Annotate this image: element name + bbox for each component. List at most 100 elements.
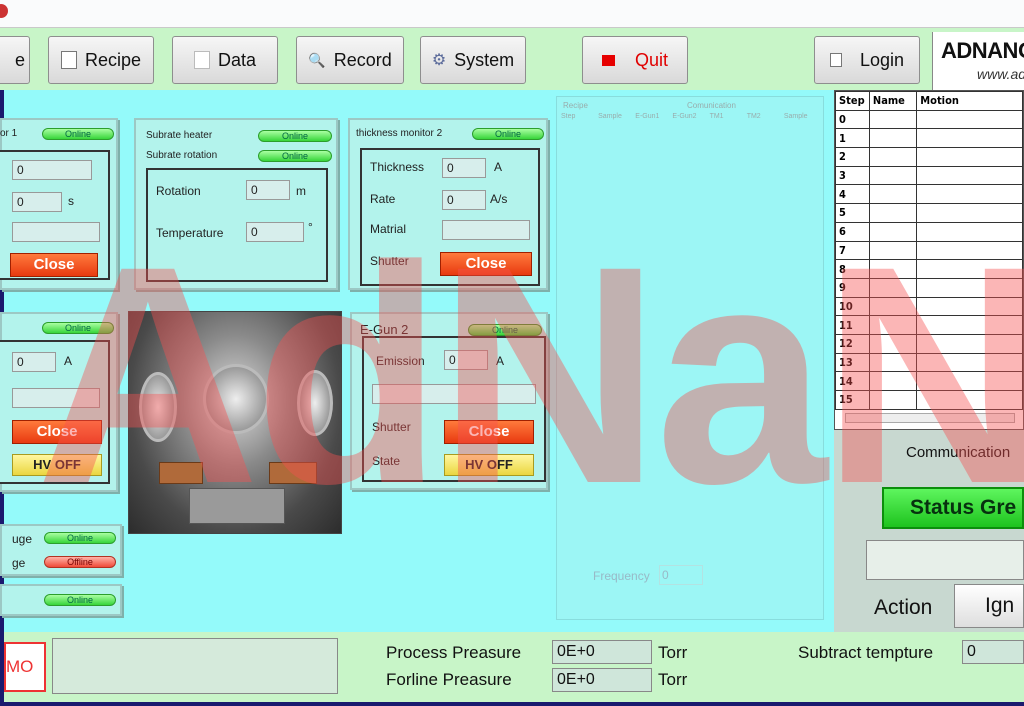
table-row[interactable]: 3 bbox=[835, 165, 1023, 186]
step-name-cell[interactable] bbox=[868, 128, 918, 149]
table-row[interactable]: 11 bbox=[835, 315, 1023, 335]
rotation-field[interactable]: 0 bbox=[246, 180, 290, 200]
company-logo: ADNANOT www.ad bbox=[932, 32, 1024, 90]
app-icon bbox=[0, 4, 8, 18]
process-pressure-unit: Torr bbox=[658, 643, 688, 662]
step-name-cell[interactable] bbox=[868, 109, 918, 130]
step-name-cell[interactable] bbox=[868, 240, 918, 261]
step-number-cell: 3 bbox=[835, 165, 870, 186]
step-motion-cell[interactable] bbox=[916, 333, 1023, 354]
egun1-close-button[interactable]: Close bbox=[12, 420, 102, 444]
status-button[interactable]: Status Gre bbox=[882, 487, 1024, 529]
step-motion-cell[interactable] bbox=[916, 203, 1023, 223]
step-name-cell[interactable] bbox=[868, 277, 918, 298]
system-button-label: System bbox=[454, 49, 515, 70]
step-motion-cell[interactable] bbox=[916, 184, 1023, 205]
step-motion-cell[interactable] bbox=[916, 296, 1023, 317]
heater-label: Subrate heater bbox=[146, 130, 213, 141]
step-name-cell[interactable] bbox=[868, 296, 918, 317]
step-motion-cell[interactable] bbox=[916, 128, 1023, 149]
step-motion-cell[interactable] bbox=[916, 165, 1023, 186]
step-number-cell: 13 bbox=[835, 352, 870, 373]
table-row[interactable]: 12 bbox=[835, 333, 1023, 354]
table-row[interactable]: 6 bbox=[835, 221, 1023, 242]
thickness-field[interactable]: 0 bbox=[442, 158, 486, 178]
material-field[interactable] bbox=[442, 220, 530, 240]
mode-button[interactable]: MO bbox=[4, 642, 46, 692]
monitor1-value2-field[interactable]: 0 bbox=[12, 192, 62, 212]
table-row[interactable]: 15 bbox=[835, 390, 1023, 410]
step-motion-cell[interactable] bbox=[916, 390, 1023, 410]
step-name-cell[interactable] bbox=[868, 221, 918, 242]
egun-2-panel: E-Gun 2 Online Emission 0 A Shutter Clos… bbox=[350, 312, 548, 490]
monitor2-box: Thickness 0 A Rate 0 A/s Matrial Shutter… bbox=[360, 148, 540, 286]
egun1-box: 0 A Close HV OFF bbox=[0, 340, 110, 484]
step-name-cell[interactable] bbox=[868, 371, 918, 391]
data-button[interactable]: Data bbox=[172, 36, 278, 84]
ghost-header-left: Recipe bbox=[563, 101, 588, 110]
login-button[interactable]: Login bbox=[814, 36, 920, 84]
step-name-cell[interactable] bbox=[868, 259, 918, 279]
monitor2-close-button[interactable]: Close bbox=[440, 252, 532, 276]
step-motion-cell[interactable] bbox=[916, 109, 1023, 130]
table-row[interactable]: 13 bbox=[835, 352, 1023, 373]
recipe-button[interactable]: Recipe bbox=[48, 36, 154, 84]
table-row[interactable]: 0 bbox=[835, 109, 1023, 130]
communication-label: Communication bbox=[906, 444, 1011, 461]
rate-field[interactable]: 0 bbox=[442, 190, 486, 210]
monitor1-status-indicator: Online bbox=[42, 128, 114, 140]
step-name-cell[interactable] bbox=[868, 315, 918, 335]
forline-pressure-unit: Torr bbox=[658, 670, 688, 689]
ignore-button[interactable]: Ign bbox=[954, 584, 1024, 628]
step-name-cell[interactable] bbox=[868, 147, 918, 167]
login-button-label: Login bbox=[859, 49, 905, 70]
record-button[interactable]: 🔍 Record bbox=[296, 36, 404, 84]
table-row[interactable]: 14 bbox=[835, 371, 1023, 391]
step-number-cell: 12 bbox=[835, 333, 870, 354]
egun1-hv-button[interactable]: HV OFF bbox=[12, 454, 102, 476]
step-motion-cell[interactable] bbox=[916, 277, 1023, 298]
table-row[interactable]: 2 bbox=[835, 147, 1023, 167]
step-motion-cell[interactable] bbox=[916, 240, 1023, 261]
step-motion-cell[interactable] bbox=[916, 315, 1023, 335]
table-row[interactable]: 5 bbox=[835, 203, 1023, 223]
ghost-tab-strip: Step Sample E-Gun1 E-Gun2 TM1 TM2 Sample bbox=[561, 113, 819, 129]
logo-name: ADNANOT bbox=[941, 38, 1024, 63]
egun2-close-button[interactable]: Close bbox=[444, 420, 534, 444]
horizontal-scrollbar[interactable] bbox=[845, 413, 1015, 423]
step-motion-cell[interactable] bbox=[916, 352, 1023, 373]
thickness-monitor-2-panel: thickness monitor 2 Online Thickness 0 A… bbox=[348, 118, 548, 290]
temperature-field[interactable]: 0 bbox=[246, 222, 304, 242]
monitor1-value1-field[interactable]: 0 bbox=[12, 160, 92, 180]
quit-button[interactable]: Quit bbox=[582, 36, 688, 84]
partial-toolbar-button[interactable]: e bbox=[0, 36, 30, 84]
monitor1-material-field[interactable] bbox=[12, 222, 100, 242]
step-name-cell[interactable] bbox=[868, 390, 918, 410]
step-name-cell[interactable] bbox=[868, 203, 918, 223]
step-name-cell[interactable] bbox=[868, 333, 918, 354]
table-row[interactable]: 10 bbox=[835, 296, 1023, 317]
step-motion-cell[interactable] bbox=[916, 221, 1023, 242]
quit-button-label: Quit bbox=[634, 49, 668, 70]
emission-field[interactable]: 0 bbox=[444, 350, 488, 370]
step-number-cell: 7 bbox=[835, 240, 870, 261]
step-name-cell[interactable] bbox=[868, 184, 918, 205]
step-name-cell[interactable] bbox=[868, 165, 918, 186]
table-row[interactable]: 4 bbox=[835, 184, 1023, 205]
step-motion-cell[interactable] bbox=[916, 147, 1023, 167]
table-row[interactable]: 7 bbox=[835, 240, 1023, 261]
step-number-cell: 11 bbox=[835, 315, 870, 335]
table-row[interactable]: 8 bbox=[835, 259, 1023, 279]
step-number-cell: 2 bbox=[835, 147, 870, 167]
shutter-label: Shutter bbox=[370, 254, 409, 268]
egun1-emission-field[interactable]: 0 bbox=[12, 352, 56, 372]
table-row[interactable]: 9 bbox=[835, 277, 1023, 298]
egun2-hv-button[interactable]: HV OFF bbox=[444, 454, 534, 476]
step-motion-cell[interactable] bbox=[916, 259, 1023, 279]
emission-label: Emission bbox=[376, 354, 425, 368]
table-row[interactable]: 1 bbox=[835, 128, 1023, 149]
system-button[interactable]: ⚙ System bbox=[420, 36, 526, 84]
step-name-cell[interactable] bbox=[868, 352, 918, 373]
monitor1-close-button[interactable]: Close bbox=[10, 253, 98, 277]
step-motion-cell[interactable] bbox=[916, 371, 1023, 391]
